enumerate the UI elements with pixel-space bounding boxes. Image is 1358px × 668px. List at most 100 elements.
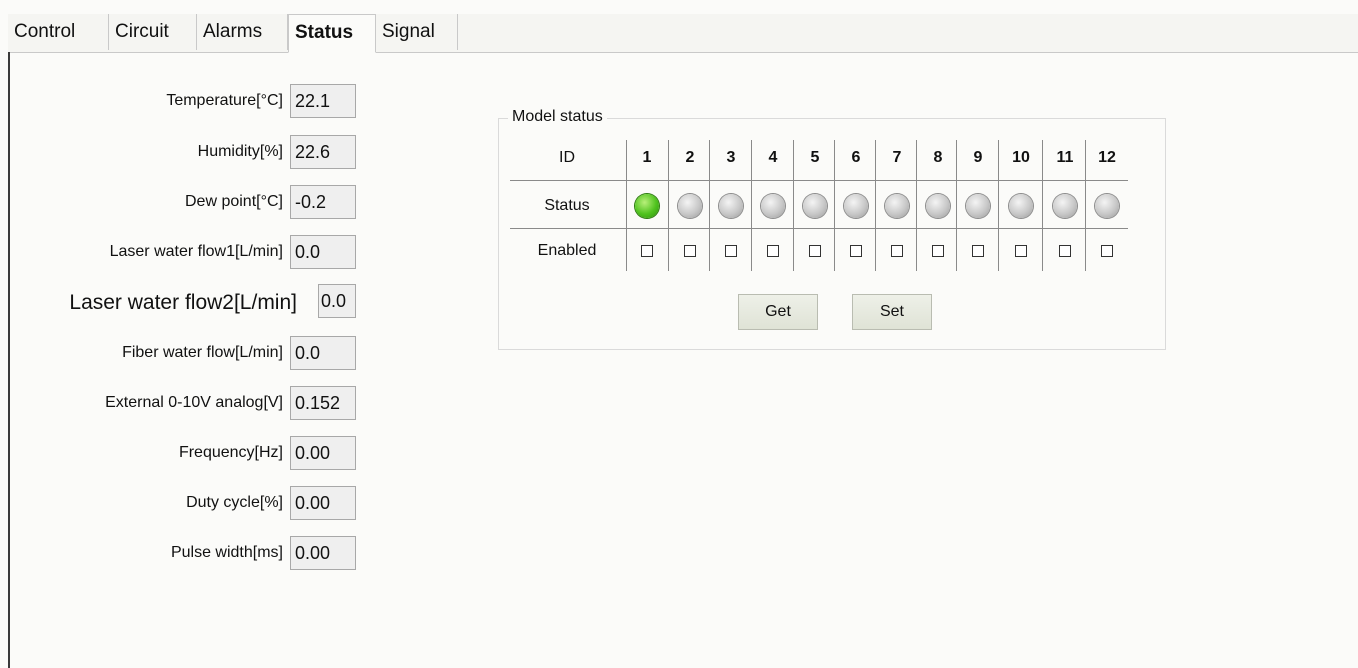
enabled-cell-4 xyxy=(753,232,793,270)
frequency-label: Frequency[Hz] xyxy=(178,444,283,461)
grid-vline xyxy=(956,140,957,271)
frequency-field[interactable]: 0.00 xyxy=(290,436,356,470)
status-cell-11 xyxy=(1044,187,1086,225)
status-led-10 xyxy=(1009,194,1033,218)
enabled-checkbox-5[interactable] xyxy=(809,245,821,257)
model-id-4: 4 xyxy=(768,149,778,166)
status-cell-8 xyxy=(918,187,958,225)
model-id-1: 1 xyxy=(642,149,652,166)
external-analog-field[interactable]: 0.152 xyxy=(290,386,356,420)
enabled-checkbox-9[interactable] xyxy=(972,245,984,257)
tab-status[interactable]: Status xyxy=(288,14,376,53)
grid-vline xyxy=(834,140,835,271)
pulse-width-field[interactable]: 0.00 xyxy=(290,536,356,570)
temperature-label: Temperature[°C] xyxy=(166,92,283,109)
status-led-6 xyxy=(844,194,868,218)
enabled-checkbox-10[interactable] xyxy=(1015,245,1027,257)
duty-cycle-field[interactable]: 0.00 xyxy=(290,486,356,520)
enabled-checkbox-12[interactable] xyxy=(1101,245,1113,257)
enabled-checkbox-2[interactable] xyxy=(684,245,696,257)
grid-vline xyxy=(793,140,794,271)
status-cell-1 xyxy=(628,187,666,225)
model-id-8: 8 xyxy=(933,149,943,166)
status-led-9 xyxy=(966,194,990,218)
status-cell-6 xyxy=(836,187,876,225)
grid-vline xyxy=(998,140,999,271)
enabled-checkbox-3[interactable] xyxy=(725,245,737,257)
enabled-checkbox-6[interactable] xyxy=(850,245,862,257)
tab-signal[interactable]: Signal xyxy=(376,14,458,50)
model-id-2: 2 xyxy=(685,149,695,166)
model-id-10: 10 xyxy=(1012,149,1030,166)
enabled-checkbox-7[interactable] xyxy=(891,245,903,257)
status-cell-3 xyxy=(711,187,751,225)
grid-vline xyxy=(1042,140,1043,271)
status-led-11 xyxy=(1053,194,1077,218)
laser-water-flow1-label: Laser water flow1[L/min] xyxy=(109,243,283,260)
pulse-width-label: Pulse width[ms] xyxy=(170,544,283,561)
tab-circuit[interactable]: Circuit xyxy=(109,14,197,50)
laser-water-flow2-field[interactable]: 0.0 xyxy=(318,284,356,318)
status-cell-9 xyxy=(958,187,998,225)
status-cell-2 xyxy=(670,187,710,225)
dew-point-label: Dew point[°C] xyxy=(185,193,283,210)
laser-water-flow1-field[interactable]: 0.0 xyxy=(290,235,356,269)
tab-alarms[interactable]: Alarms xyxy=(197,14,288,50)
status-led-2 xyxy=(678,194,702,218)
enabled-cell-7 xyxy=(877,232,917,270)
enabled-cell-1 xyxy=(628,232,666,270)
enabled-cell-2 xyxy=(670,232,710,270)
tab-bar: Control Circuit Alarms Status Signal xyxy=(8,14,1358,53)
humidity-field[interactable]: 22.6 xyxy=(290,135,356,169)
status-led-12 xyxy=(1095,194,1119,218)
model-id-9: 9 xyxy=(973,149,983,166)
grid-vline xyxy=(626,140,627,271)
laser-water-flow2-label: Laser water flow2[L/min] xyxy=(69,291,297,314)
tab-control[interactable]: Control xyxy=(8,14,109,50)
model-id-5: 5 xyxy=(810,149,820,166)
grid-vline xyxy=(668,140,669,271)
grid-hline xyxy=(510,180,1128,181)
duty-cycle-label: Duty cycle[%] xyxy=(186,494,283,511)
status-cell-5 xyxy=(795,187,835,225)
fiber-water-flow-field[interactable]: 0.0 xyxy=(290,336,356,370)
enabled-cell-8 xyxy=(918,232,958,270)
dew-point-field[interactable]: -0.2 xyxy=(290,185,356,219)
status-cell-4 xyxy=(753,187,793,225)
enabled-checkbox-8[interactable] xyxy=(932,245,944,257)
enabled-cell-6 xyxy=(836,232,876,270)
get-button[interactable]: Get xyxy=(738,294,818,330)
status-led-4 xyxy=(761,194,785,218)
grid-vline xyxy=(751,140,752,271)
model-id-11: 11 xyxy=(1056,149,1074,166)
status-row-label: Status xyxy=(544,197,590,214)
status-led-8 xyxy=(926,194,950,218)
panel-left-border xyxy=(8,52,10,668)
status-led-3 xyxy=(719,194,743,218)
external-analog-label: External 0-10V analog[V] xyxy=(105,394,283,411)
enabled-cell-11 xyxy=(1044,232,1086,270)
enabled-checkbox-11[interactable] xyxy=(1059,245,1071,257)
set-button[interactable]: Set xyxy=(852,294,932,330)
status-cell-7 xyxy=(877,187,917,225)
status-cell-12 xyxy=(1087,187,1127,225)
grid-vline xyxy=(875,140,876,271)
humidity-label: Humidity[%] xyxy=(197,143,283,160)
enabled-cell-12 xyxy=(1087,232,1127,270)
model-id-12: 12 xyxy=(1098,149,1116,166)
grid-vline xyxy=(709,140,710,271)
status-led-5 xyxy=(803,194,827,218)
temperature-field[interactable]: 22.1 xyxy=(290,84,356,118)
enabled-checkbox-1[interactable] xyxy=(641,245,653,257)
enabled-cell-9 xyxy=(958,232,998,270)
enabled-row-label: Enabled xyxy=(537,242,597,259)
grid-vline xyxy=(916,140,917,271)
id-row-label: ID xyxy=(559,149,575,166)
model-id-3: 3 xyxy=(726,149,736,166)
enabled-cell-3 xyxy=(711,232,751,270)
enabled-checkbox-4[interactable] xyxy=(767,245,779,257)
model-id-6: 6 xyxy=(851,149,861,166)
status-cell-10 xyxy=(1000,187,1042,225)
model-status-title: Model status xyxy=(508,108,607,126)
grid-vline xyxy=(1085,140,1086,271)
